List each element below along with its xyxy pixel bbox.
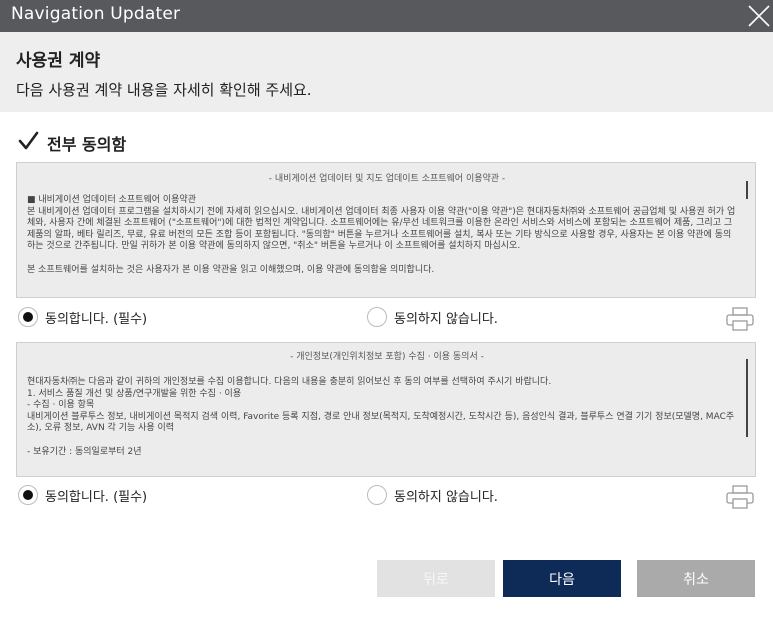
license-agree-radio[interactable]: 동의합니다. (필수) [18, 307, 147, 327]
radio-label: 동의합니다. (필수) [45, 311, 148, 327]
close-icon[interactable] [747, 4, 771, 28]
privacy-consent-row: 동의합니다. (필수) 동의하지 않습니다. [0, 485, 773, 509]
window-title: Navigation Updater [11, 4, 181, 24]
scrollbar[interactable] [746, 359, 748, 437]
page-title: 사용권 계약 [16, 51, 101, 71]
page-header: 사용권 계약 다음 사용권 계약 내용을 자세히 확인해 주세요. [0, 32, 773, 112]
radio-label: 동의하지 않습니다. [394, 311, 498, 327]
page-subtitle: 다음 사용권 계약 내용을 자세히 확인해 주세요. [16, 81, 312, 99]
title-bar: Navigation Updater [0, 0, 773, 32]
privacy-terms-box[interactable]: - 개인정보(개인위치정보 포함) 수집 · 이용 동의서 - 현대자동차㈜는 … [16, 342, 756, 477]
license-terms-box[interactable]: - 내비게이션 업데이터 및 지도 업데이트 소프트웨어 이용약관 - ■ 내비… [16, 162, 756, 298]
printer-icon[interactable] [725, 307, 755, 331]
radio-label: 동의합니다. (필수) [45, 489, 148, 505]
license-disagree-radio[interactable]: 동의하지 않습니다. [367, 307, 498, 327]
privacy-agree-radio[interactable]: 동의합니다. (필수) [18, 485, 147, 505]
next-button[interactable]: 다음 [503, 560, 621, 597]
terms-body: ■ 내비게이션 업데이터 소프트웨어 이용약관 본 내비게이션 업데이터 프로그… [27, 195, 736, 275]
checkmark-icon [17, 130, 39, 156]
terms-heading: - 개인정보(개인위치정보 포함) 수집 · 이용 동의서 - [290, 352, 484, 362]
license-consent-row: 동의합니다. (필수) 동의하지 않습니다. [0, 307, 773, 331]
agree-all-checkbox[interactable]: 전부 동의함 [17, 130, 127, 156]
terms-heading: - 내비게이션 업데이터 및 지도 업데이트 소프트웨어 이용약관 - [268, 174, 506, 184]
agree-all-label: 전부 동의함 [47, 135, 127, 154]
scrollbar[interactable] [746, 181, 748, 199]
radio-label: 동의하지 않습니다. [394, 489, 498, 505]
back-button[interactable]: 뒤로 [377, 560, 495, 597]
cancel-button[interactable]: 취소 [637, 560, 755, 597]
terms-body: 현대자동차㈜는 다음과 같이 귀하의 개인정보를 수집 이용합니다. 다음의 내… [27, 377, 735, 457]
printer-icon[interactable] [725, 485, 755, 509]
privacy-disagree-radio[interactable]: 동의하지 않습니다. [367, 485, 498, 505]
